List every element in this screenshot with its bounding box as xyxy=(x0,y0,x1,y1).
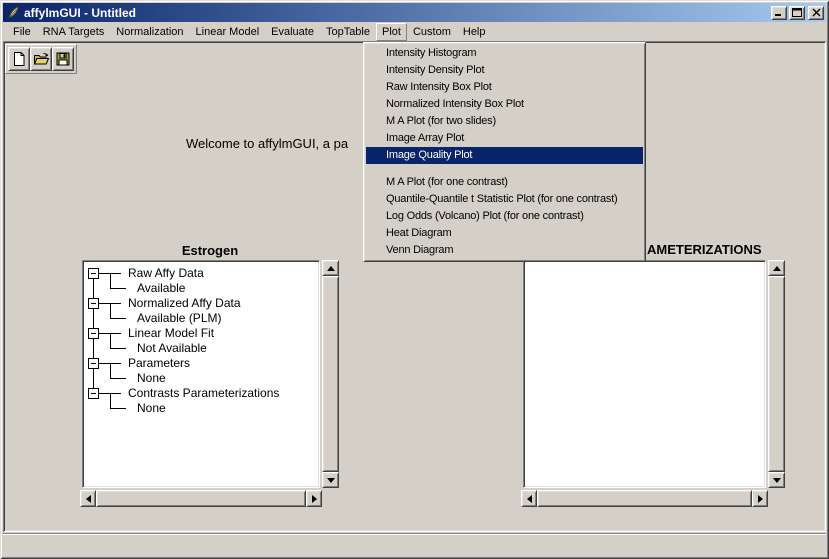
arrow-right-icon xyxy=(312,495,317,503)
menu-file[interactable]: File xyxy=(7,23,37,41)
scroll-down-button[interactable] xyxy=(322,472,339,488)
scroll-thumb[interactable] xyxy=(537,490,752,507)
tree-line xyxy=(110,333,111,348)
tree-line xyxy=(110,288,126,289)
maximize-button[interactable] xyxy=(789,6,805,20)
scroll-left-button[interactable] xyxy=(80,490,96,507)
scroll-down-button[interactable] xyxy=(768,472,785,488)
menu-item-intensity-histogram[interactable]: Intensity Histogram xyxy=(366,45,643,62)
tree-expand-box[interactable] xyxy=(88,268,99,279)
minimize-icon xyxy=(774,8,784,17)
tree-expand-box[interactable] xyxy=(88,328,99,339)
tree-line xyxy=(110,348,126,349)
toolbar xyxy=(5,44,77,74)
tree-node-status[interactable]: Not Available xyxy=(137,341,207,356)
scroll-right-button[interactable] xyxy=(752,490,768,507)
window-title: affylmGUI - Untitled xyxy=(24,6,769,20)
tree-line xyxy=(110,318,126,319)
menubar: File RNA Targets Normalization Linear Mo… xyxy=(3,22,826,41)
menu-separator xyxy=(366,164,643,174)
menu-linear-model[interactable]: Linear Model xyxy=(190,23,266,41)
menu-item-venn-diagram[interactable]: Venn Diagram xyxy=(366,242,643,259)
tree-line xyxy=(110,408,126,409)
menu-item-ma-plot-one-contrast[interactable]: M A Plot (for one contrast) xyxy=(366,174,643,191)
scroll-thumb[interactable] xyxy=(96,490,306,507)
tree-line xyxy=(110,378,126,379)
tree-node-label[interactable]: Normalized Affy Data xyxy=(128,296,241,311)
close-icon xyxy=(812,8,821,17)
scroll-thumb[interactable] xyxy=(322,276,339,472)
tree-node-label[interactable]: Raw Affy Data xyxy=(128,266,204,281)
menu-rna-targets[interactable]: RNA Targets xyxy=(37,23,111,41)
menu-normalization[interactable]: Normalization xyxy=(110,23,189,41)
open-file-button[interactable] xyxy=(30,47,52,71)
tree-node-status[interactable]: Available xyxy=(137,281,185,296)
menu-item-ma-plot-two-slides[interactable]: M A Plot (for two slides) xyxy=(366,113,643,130)
menu-help[interactable]: Help xyxy=(457,23,492,41)
tree-line xyxy=(110,393,111,408)
tree-node-label[interactable]: Contrasts Parameterizations xyxy=(128,386,279,401)
status-tree-listbox[interactable]: Raw Affy Data Available Normalized Affy … xyxy=(82,260,320,488)
feather-icon xyxy=(6,5,21,20)
menu-custom[interactable]: Custom xyxy=(407,23,457,41)
new-file-button[interactable] xyxy=(8,47,30,71)
tree-node-status[interactable]: None xyxy=(137,371,166,386)
right-panel-title: AMETERIZATIONS xyxy=(647,242,762,257)
arrow-left-icon xyxy=(527,495,532,503)
arrow-down-icon xyxy=(773,478,781,483)
menu-item-log-odds-volcano-plot[interactable]: Log Odds (Volcano) Plot (for one contras… xyxy=(366,208,643,225)
left-vertical-scrollbar[interactable] xyxy=(322,260,339,488)
tree-line xyxy=(110,303,111,318)
menu-evaluate[interactable]: Evaluate xyxy=(265,23,320,41)
arrow-down-icon xyxy=(327,478,335,483)
tree-line xyxy=(110,363,111,378)
menu-item-intensity-density-plot[interactable]: Intensity Density Plot xyxy=(366,62,643,79)
tree-node-status[interactable]: None xyxy=(137,401,166,416)
maximize-icon xyxy=(792,8,802,17)
menu-toptable[interactable]: TopTable xyxy=(320,23,376,41)
menu-item-raw-intensity-box-plot[interactable]: Raw Intensity Box Plot xyxy=(366,79,643,96)
status-tree: Raw Affy Data Available Normalized Affy … xyxy=(85,263,317,485)
left-horizontal-scrollbar[interactable] xyxy=(80,490,322,507)
scroll-right-button[interactable] xyxy=(306,490,322,507)
tree-expand-box[interactable] xyxy=(88,298,99,309)
tree-expand-box[interactable] xyxy=(88,358,99,369)
menu-item-image-array-plot[interactable]: Image Array Plot xyxy=(366,130,643,147)
left-panel-title: Estrogen xyxy=(80,243,340,258)
menu-item-heat-diagram[interactable]: Heat Diagram xyxy=(366,225,643,242)
tree-node-label[interactable]: Parameters xyxy=(128,356,190,371)
status-bar xyxy=(3,533,826,553)
save-floppy-icon xyxy=(55,51,71,67)
titlebar[interactable]: affylmGUI - Untitled xyxy=(3,3,826,22)
menu-item-qq-t-statistic-plot[interactable]: Quantile-Quantile t Statistic Plot (for … xyxy=(366,191,643,208)
welcome-text: Welcome to affylmGUI, a pa xyxy=(186,136,348,151)
close-button[interactable] xyxy=(808,6,824,20)
save-file-button[interactable] xyxy=(52,47,74,71)
scroll-up-button[interactable] xyxy=(768,260,785,276)
tree-line xyxy=(110,273,111,288)
scroll-up-button[interactable] xyxy=(322,260,339,276)
new-document-icon xyxy=(11,51,27,67)
right-vertical-scrollbar[interactable] xyxy=(768,260,785,488)
scroll-thumb[interactable] xyxy=(768,276,785,472)
plot-dropdown-menu: Intensity Histogram Intensity Density Pl… xyxy=(363,42,646,262)
menu-item-normalized-intensity-box-plot[interactable]: Normalized Intensity Box Plot xyxy=(366,96,643,113)
right-horizontal-scrollbar[interactable] xyxy=(521,490,768,507)
arrow-right-icon xyxy=(758,495,763,503)
minimize-button[interactable] xyxy=(771,6,787,20)
tree-node-status[interactable]: Available (PLM) xyxy=(137,311,221,326)
menu-plot[interactable]: Plot xyxy=(376,23,407,41)
arrow-up-icon xyxy=(327,266,335,271)
open-folder-icon xyxy=(33,51,50,67)
tree-expand-box[interactable] xyxy=(88,388,99,399)
arrow-up-icon xyxy=(773,266,781,271)
app-window: affylmGUI - Untitled File RNA Targets No… xyxy=(0,0,829,559)
contrasts-listbox[interactable] xyxy=(523,260,766,488)
tree-node-label[interactable]: Linear Model Fit xyxy=(128,326,214,341)
menu-item-image-quality-plot[interactable]: Image Quality Plot xyxy=(366,147,643,164)
scroll-left-button[interactable] xyxy=(521,490,537,507)
arrow-left-icon xyxy=(86,495,91,503)
